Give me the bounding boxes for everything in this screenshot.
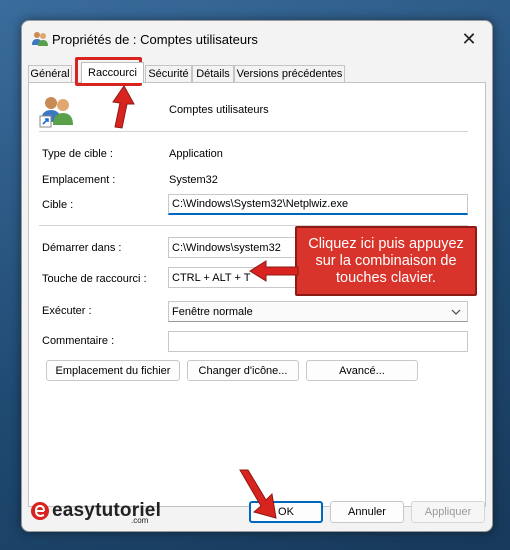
- arrow-icon: [100, 84, 136, 130]
- tab-details[interactable]: Détails: [192, 65, 234, 82]
- location-label: Emplacement :: [42, 174, 116, 186]
- target-type-label: Type de cible :: [42, 148, 113, 160]
- target-label: Cible :: [42, 199, 74, 211]
- shortcut-name: Comptes utilisateurs: [169, 104, 269, 116]
- window-title: Propriétés de : Comptes utilisateurs: [52, 32, 258, 47]
- run-select[interactable]: Fenêtre normale: [168, 301, 468, 322]
- location-value: System32: [169, 174, 218, 186]
- apply-button[interactable]: Appliquer: [411, 501, 485, 523]
- cancel-button[interactable]: Annuler: [330, 501, 404, 523]
- instruction-callout: Cliquez ici puis appuyez sur la combinai…: [295, 226, 477, 296]
- title-bar: Propriétés de : Comptes utilisateurs ✕: [22, 21, 492, 57]
- easytutoriel-logo-icon: [30, 500, 50, 522]
- run-select-value: Fenêtre normale: [172, 305, 253, 318]
- advanced-button[interactable]: Avancé...: [306, 360, 418, 381]
- close-icon: ✕: [461, 28, 477, 49]
- tab-shortcut[interactable]: Raccourci: [81, 62, 144, 83]
- change-icon-button[interactable]: Changer d'icône...: [187, 360, 299, 381]
- tab-previous-versions[interactable]: Versions précédentes: [234, 65, 345, 82]
- tab-security[interactable]: Sécurité: [145, 65, 192, 82]
- comment-label: Commentaire :: [42, 335, 115, 347]
- arrow-icon: [248, 258, 300, 284]
- open-file-location-button[interactable]: Emplacement du fichier: [46, 360, 180, 381]
- run-label: Exécuter :: [42, 305, 92, 317]
- hotkey-label: Touche de raccourci :: [42, 273, 147, 285]
- watermark-suffix: .com: [131, 516, 149, 525]
- shortcut-icon: [39, 94, 75, 128]
- users-icon: [31, 30, 49, 48]
- start-in-label: Démarrer dans :: [42, 242, 122, 254]
- tab-general[interactable]: Général: [28, 65, 72, 82]
- target-type-value: Application: [169, 148, 223, 160]
- close-button[interactable]: ✕: [446, 21, 492, 57]
- comment-input[interactable]: [168, 331, 468, 352]
- target-input[interactable]: C:\Windows\System32\Netplwiz.exe: [168, 194, 468, 215]
- chevron-down-icon: [451, 307, 461, 319]
- divider: [39, 131, 468, 132]
- arrow-icon: [236, 468, 282, 520]
